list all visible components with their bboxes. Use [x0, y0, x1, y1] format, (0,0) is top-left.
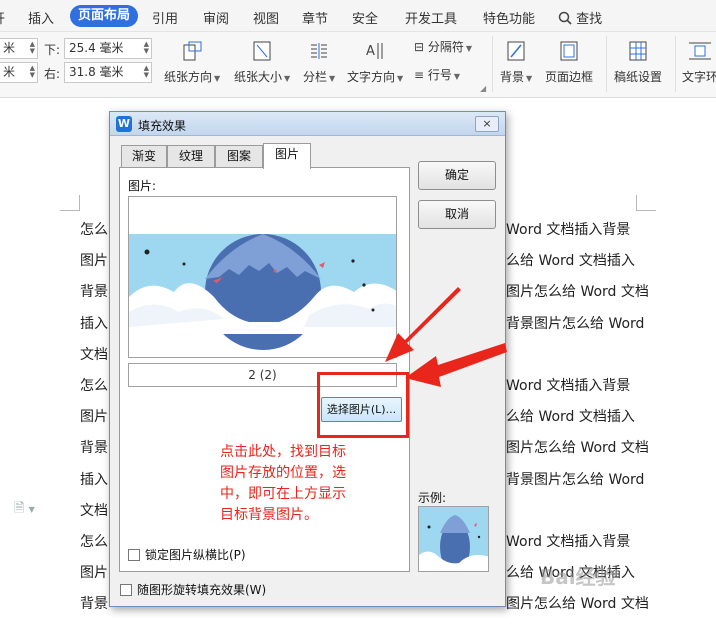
orientation-icon: [183, 41, 202, 61]
tab-texture[interactable]: 纹理: [167, 145, 215, 168]
document-line-start: 怎么: [80, 222, 108, 238]
document-line-end: Word 文档插入背景: [506, 534, 631, 550]
search-menu[interactable]: 查找: [558, 8, 602, 27]
document-line-start: 文档: [80, 346, 108, 363]
page-border-button[interactable]: 页面边框: [545, 40, 593, 85]
menu-item-partial[interactable]: 开: [0, 8, 5, 27]
document-line-start: 插入: [80, 471, 108, 488]
checkbox-box[interactable]: [128, 549, 140, 561]
document-side-icon[interactable]: 🗎 ▼: [14, 499, 35, 521]
ribbon-separator: [606, 36, 607, 92]
margin-right-input[interactable]: 31.8 毫米 ▲ ▼: [64, 62, 152, 83]
close-button[interactable]: ×: [475, 116, 499, 132]
line-number-button[interactable]: ≡ 行号 ▼: [414, 66, 460, 83]
document-line-end: 么给 Word 文档插入: [506, 409, 635, 426]
menu-page-layout[interactable]: 页面布局: [70, 5, 139, 27]
margin-left-input[interactable]: 米 ▲ ▼: [0, 62, 38, 83]
text-direction-icon: A: [366, 43, 383, 59]
document-line-start: 图片: [80, 409, 108, 426]
columns-button[interactable]: 分栏 ▼: [303, 40, 335, 85]
line-number-icon: ≡: [414, 68, 425, 82]
separator-icon: ⊟: [414, 40, 425, 54]
document-line-start: 背景: [80, 596, 108, 613]
document-line-end: 么给 Word 文档插入: [506, 253, 635, 270]
document-line-start: 图片: [80, 253, 108, 270]
lock-aspect-checkbox[interactable]: 锁定图片纵横比(P): [128, 546, 246, 563]
dialog-title-bar[interactable]: W 填充效果 ×: [110, 112, 505, 136]
background-button[interactable]: 背景 ▼: [500, 40, 532, 85]
menu-view[interactable]: 视图: [253, 8, 279, 27]
ok-button[interactable]: 确定: [418, 161, 496, 190]
paper-size-button[interactable]: 纸张大小 ▼: [234, 40, 290, 85]
margin-top-left-input[interactable]: 米 ▲ ▼: [0, 38, 38, 59]
picture-preview: [128, 196, 397, 358]
ribbon-separator: [492, 36, 493, 92]
page-corner-mark: [60, 195, 80, 211]
text-wrap-button[interactable]: 文字环: [682, 40, 716, 85]
document-line-start: 文档: [80, 502, 108, 519]
menu-features[interactable]: 特色功能: [483, 8, 535, 27]
baidu-watermark: Bai经验: [540, 565, 616, 589]
background-icon: [507, 41, 525, 61]
orientation-button[interactable]: 纸张方向 ▼: [164, 40, 220, 85]
fill-effects-dialog: W 填充效果 × 渐变 纹理 图案 图片 图片: 2 (2) 锁定图片纵横比(P…: [109, 111, 506, 607]
tab-pattern[interactable]: 图案: [215, 145, 263, 168]
dialog-title: 填充效果: [138, 119, 187, 133]
page-corner-mark: [636, 195, 656, 211]
document-line-end: 图片怎么给 Word 文档: [506, 284, 649, 301]
columns-icon: [311, 43, 328, 59]
sample-preview: [418, 506, 489, 572]
search-icon: [558, 11, 572, 25]
annotation-text: 点击此处，找到目标 图片存放的位置，选 中，即可在上方显示 目标背景图片。: [220, 444, 346, 523]
margin-right-label: 右:: [44, 67, 61, 81]
document-line-end: 背景图片怎么给 Word: [506, 471, 645, 488]
tab-picture[interactable]: 图片: [263, 143, 311, 169]
menu-security[interactable]: 安全: [352, 8, 378, 27]
menu-insert[interactable]: 插入: [28, 8, 54, 27]
menu-review[interactable]: 审阅: [203, 8, 229, 27]
wps-writer-window: 开 插入 页面布局 引用 审阅 视图 章节 安全 开发工具 特色功能 查找 米▲…: [0, 0, 716, 626]
menu-chapter[interactable]: 章节: [302, 8, 328, 27]
sample-label: 示例:: [418, 491, 447, 505]
document-line-end: 图片怎么给 Word 文档: [506, 440, 649, 457]
menu-developer[interactable]: 开发工具: [405, 8, 457, 27]
document-line-end: Word 文档插入背景: [506, 222, 631, 238]
ribbon-separator: [675, 36, 676, 92]
separator-button[interactable]: ⊟ 分隔符 ▼: [414, 38, 472, 55]
wps-app-icon: W: [116, 116, 132, 132]
menu-references[interactable]: 引用: [152, 8, 178, 27]
document-line-start: 怎么: [80, 378, 108, 394]
document-line-start: 背景: [80, 284, 108, 301]
manuscript-settings-button[interactable]: 稿纸设置: [614, 40, 662, 85]
document-line-end: Word 文档插入背景: [506, 378, 631, 394]
margin-bottom-label: 下:: [44, 43, 61, 57]
document-line-start: 图片: [80, 565, 108, 582]
search-label: 查找: [576, 12, 603, 27]
select-picture-button[interactable]: 选择图片(L)...: [321, 397, 402, 422]
document-line-end: 图片怎么给 Word 文档: [506, 596, 649, 613]
document-line-start: 怎么: [80, 534, 108, 550]
page-border-icon: [560, 41, 578, 61]
rotate-with-shape-checkbox[interactable]: 随图形旋转填充效果(W): [120, 581, 266, 598]
text-direction-button[interactable]: A 文字方向 ▼: [347, 40, 403, 85]
paper-size-icon: [253, 41, 271, 61]
svg-text:A: A: [366, 44, 375, 59]
text-wrap-icon: [689, 42, 711, 60]
ribbon-toolbar: 米 ▲ ▼ 米 ▲ ▼ 下: 25.4 毫米 ▲ ▼ 右: 31.8 毫米 ▲ ▼ 纸张方向 ▼ …: [0, 32, 716, 98]
sample-picture: [419, 507, 488, 571]
document-line-end: 背景图片怎么给 Word: [506, 315, 645, 332]
manuscript-icon: [629, 41, 647, 61]
cancel-button[interactable]: 取消: [418, 200, 496, 229]
menu-bar: 开 插入 页面布局 引用 审阅 视图 章节 安全 开发工具 特色功能 查找: [0, 0, 716, 32]
document-line-start: 背景: [80, 440, 108, 457]
document-line-start: 插入: [80, 315, 108, 332]
background-picture: [129, 234, 396, 350]
tab-gradient[interactable]: 渐变: [121, 145, 167, 168]
margin-bottom-input[interactable]: 25.4 毫米 ▲ ▼: [64, 38, 152, 59]
ribbon-expand-icon[interactable]: ◢: [480, 84, 486, 93]
picture-label: 图片:: [128, 179, 157, 193]
checkbox-box[interactable]: [120, 584, 132, 596]
